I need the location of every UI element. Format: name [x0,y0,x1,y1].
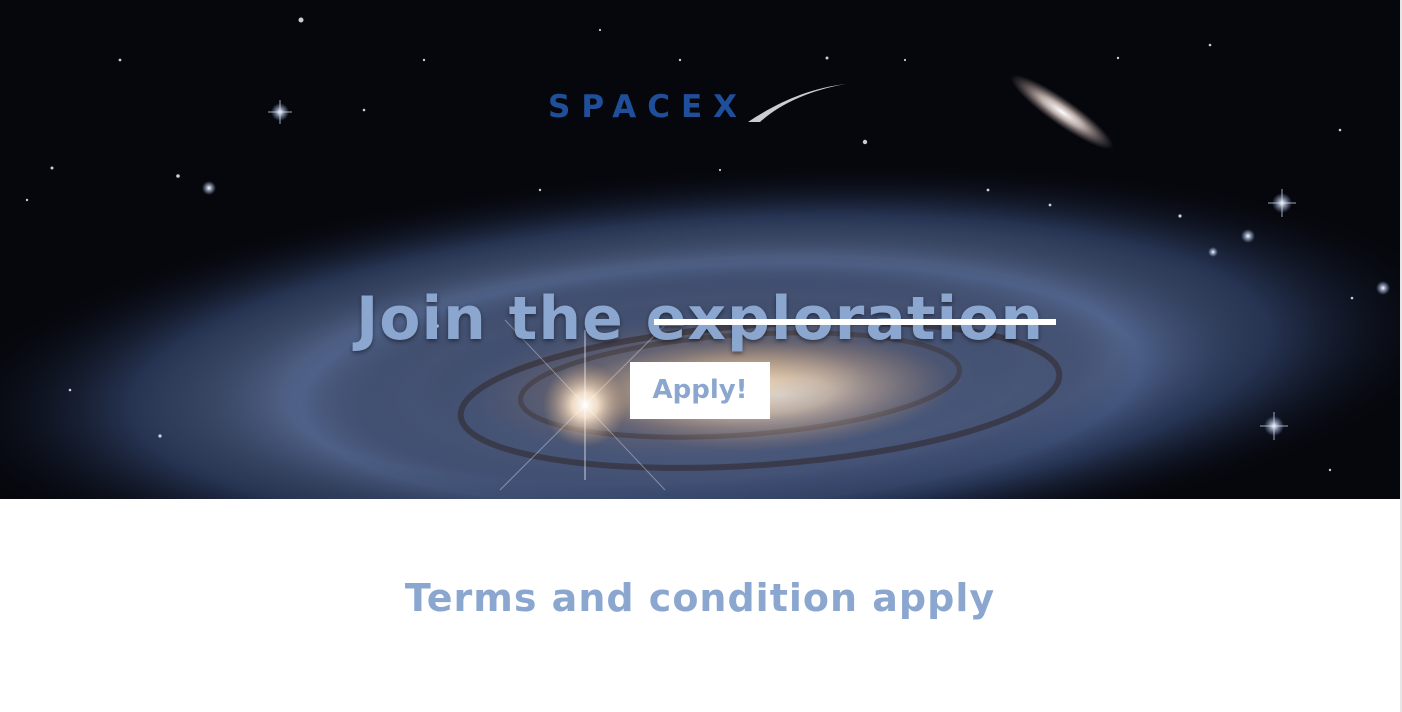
landing-page: SPACEX Join the exploration Apply! Terms… [0,0,1402,712]
logo-swoosh-icon [748,84,846,122]
headline-underline [654,319,1056,325]
apply-button[interactable]: Apply! [630,362,770,419]
hero-banner: SPACEX Join the exploration Apply! [0,0,1400,499]
terms-notice: Terms and condition apply [404,576,996,620]
galaxy-background-image [0,0,1400,499]
spacex-logo[interactable]: SPACEX [548,80,848,126]
